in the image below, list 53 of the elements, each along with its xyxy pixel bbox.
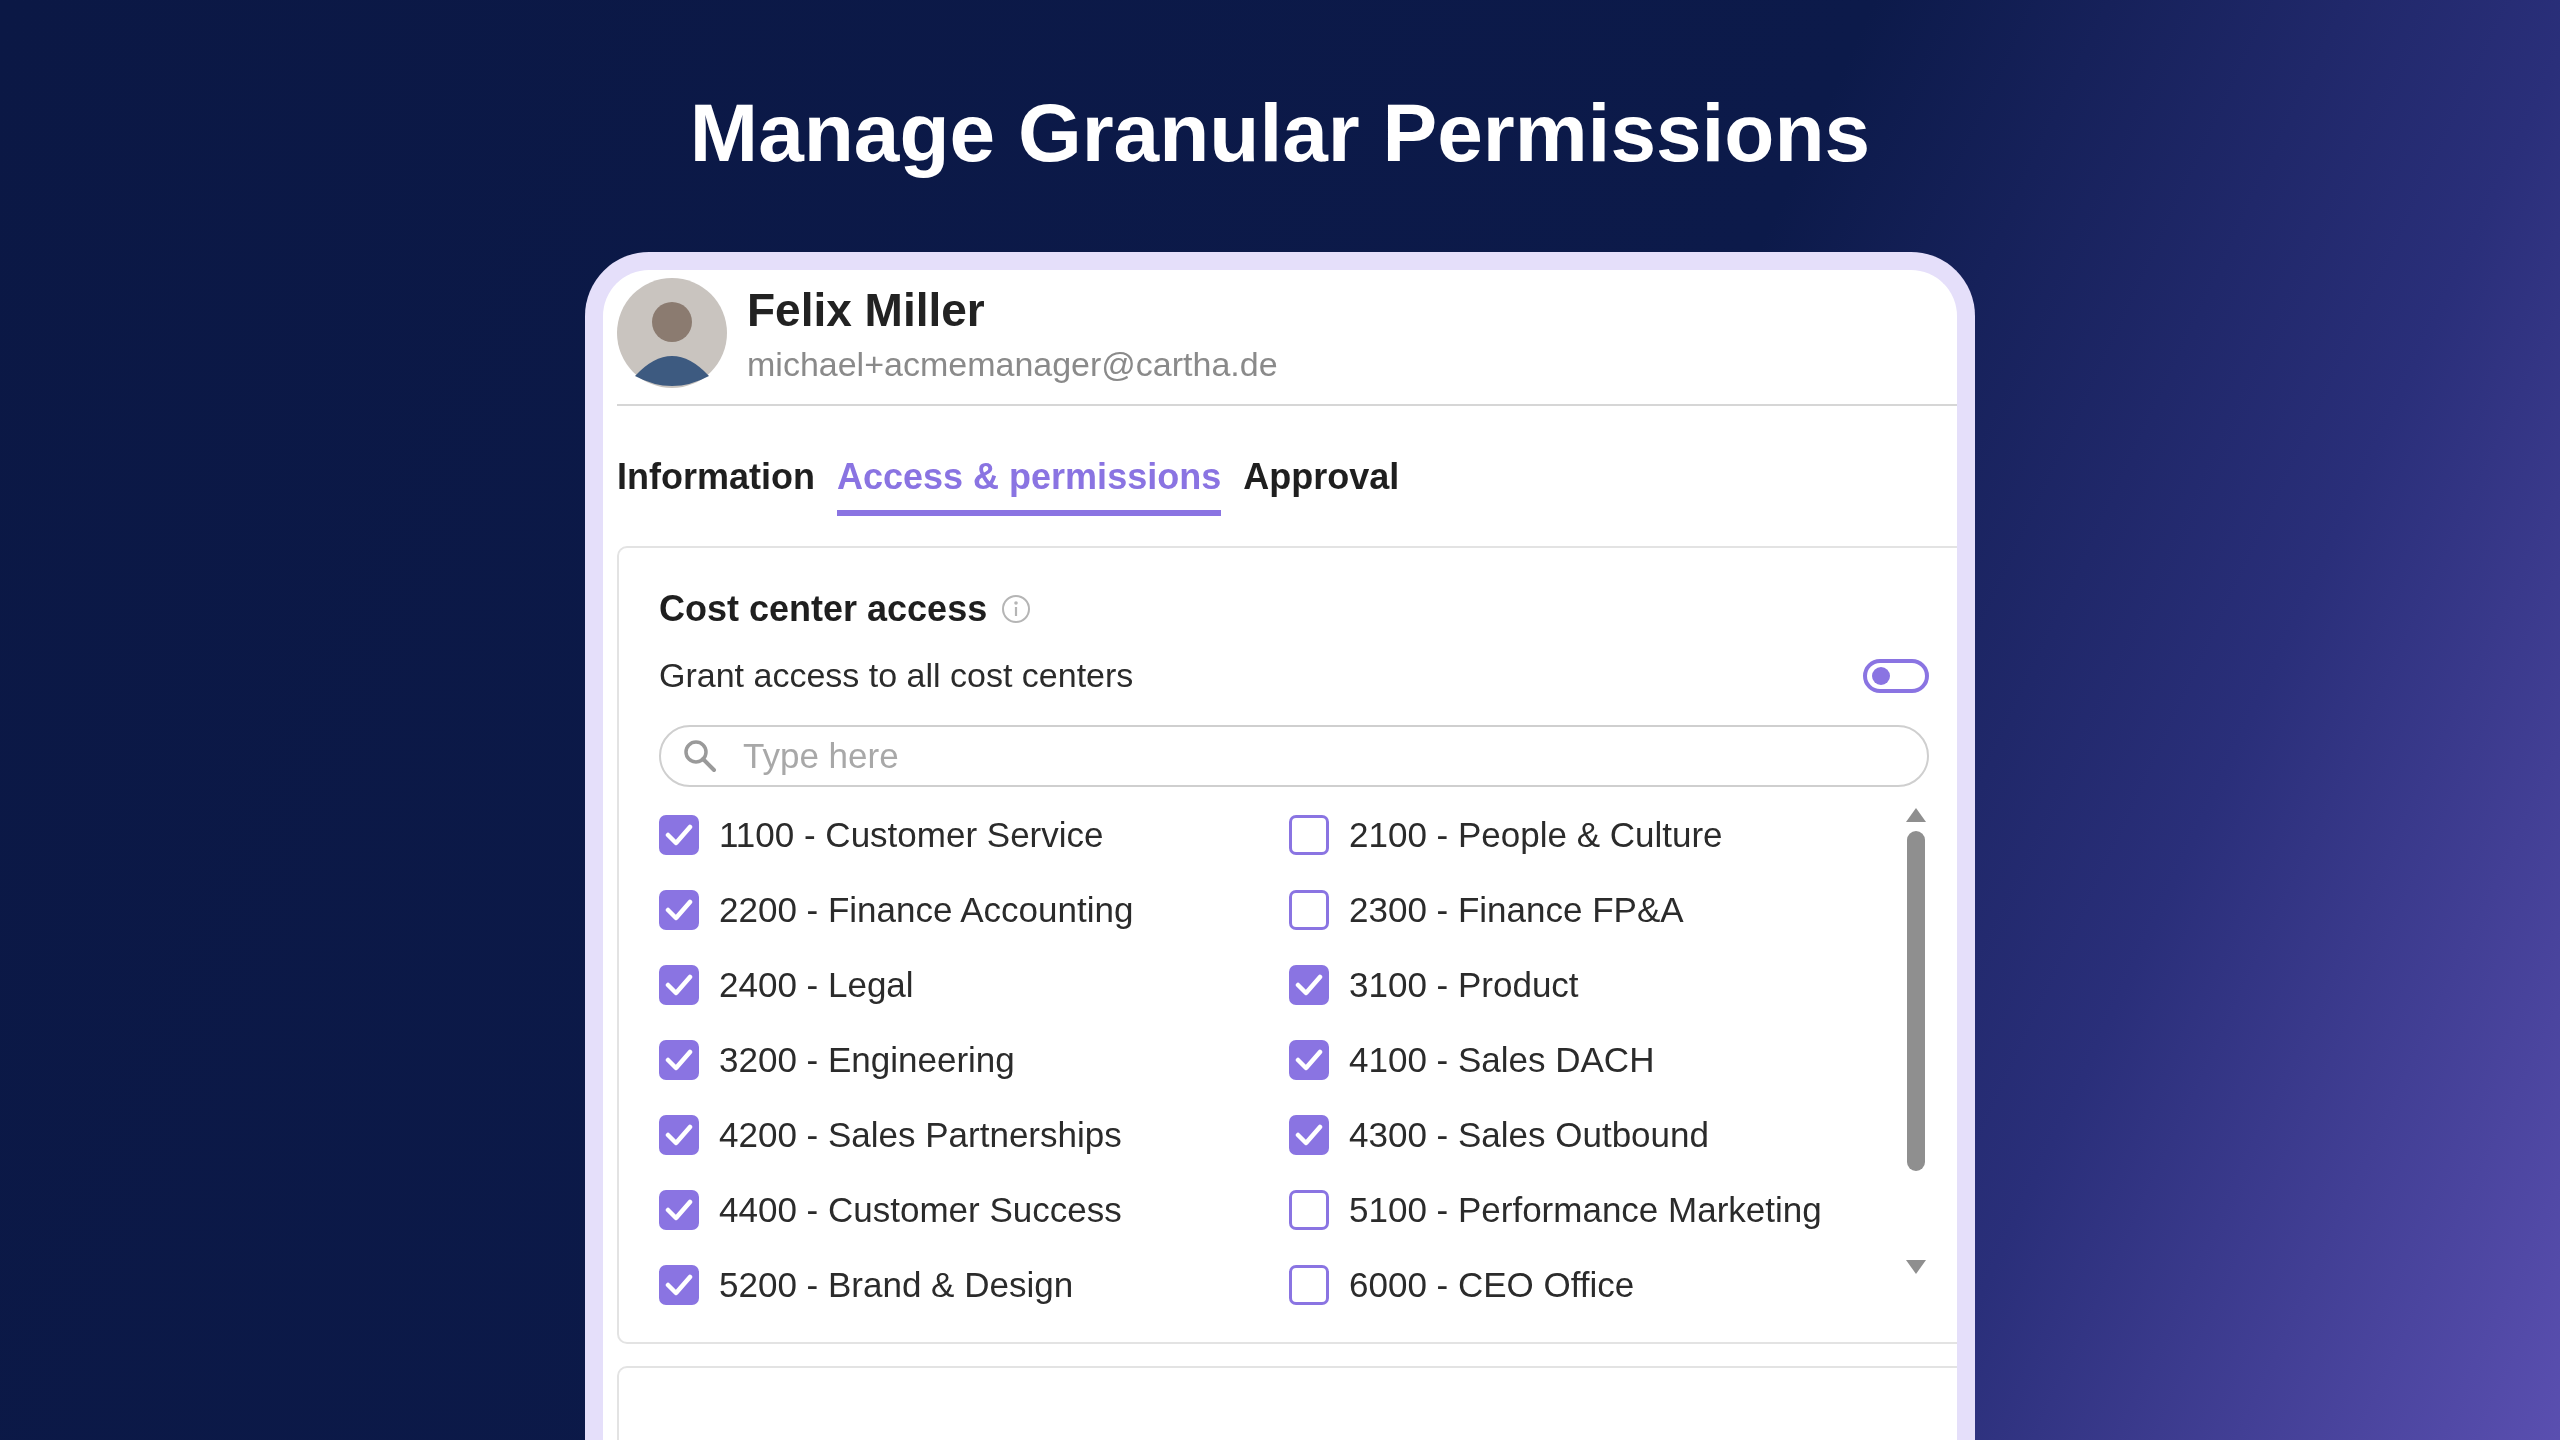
- search-icon: [683, 739, 717, 773]
- cost-center-label: 2300 - Finance FP&A: [1349, 889, 1684, 930]
- cost-center-label: 4200 - Sales Partnerships: [719, 1114, 1122, 1155]
- scrollbar-thumb[interactable]: [1907, 831, 1925, 1171]
- avatar-icon: [617, 278, 727, 388]
- checkbox[interactable]: [1289, 814, 1329, 855]
- scroll-down-icon[interactable]: [1905, 1259, 1927, 1275]
- checkbox[interactable]: [1289, 964, 1329, 1005]
- info-icon[interactable]: [1001, 594, 1032, 624]
- checkbox[interactable]: [659, 964, 699, 1005]
- check-icon: [665, 1197, 693, 1222]
- check-icon: [665, 972, 693, 997]
- cost-center-label: 2200 - Finance Accounting: [719, 889, 1134, 930]
- checkbox[interactable]: [1289, 1264, 1329, 1305]
- toggle-switch[interactable]: [1863, 658, 1929, 693]
- check-icon: [665, 822, 693, 847]
- user-name: Felix Miller: [747, 282, 986, 337]
- checkbox[interactable]: [659, 889, 699, 930]
- check-icon: [1295, 972, 1323, 997]
- checkbox[interactable]: [1289, 1039, 1329, 1080]
- checkbox[interactable]: [1289, 1114, 1329, 1155]
- cost-center-label: 4300 - Sales Outbound: [1349, 1114, 1709, 1155]
- check-icon: [1295, 1047, 1323, 1072]
- checkbox[interactable]: [659, 1264, 699, 1305]
- tab[interactable]: Access & permissions: [837, 456, 1222, 516]
- tab[interactable]: Information: [617, 456, 815, 516]
- checkbox[interactable]: [659, 1189, 699, 1230]
- search-field[interactable]: Type here: [659, 725, 1929, 787]
- check-icon: [1295, 1122, 1323, 1147]
- cost-center-label: 6000 - CEO Office: [1349, 1264, 1635, 1305]
- check-icon: [665, 897, 693, 922]
- checkbox[interactable]: [659, 1114, 699, 1155]
- checkbox[interactable]: [1289, 1189, 1329, 1230]
- cost-center-label: 2100 - People & Culture: [1349, 814, 1723, 855]
- check-icon: [665, 1272, 693, 1297]
- checkbox[interactable]: [659, 814, 699, 855]
- checkbox[interactable]: [659, 1039, 699, 1080]
- checkbox[interactable]: [1289, 889, 1329, 930]
- cost-center-label: 5100 - Performance Marketing: [1349, 1189, 1822, 1230]
- cost-center-label: 3200 - Engineering: [719, 1039, 1015, 1080]
- user-email: michael+acmemanager@cartha.de: [747, 344, 1278, 384]
- cost-center-label: 2400 - Legal: [719, 964, 914, 1005]
- check-icon: [665, 1047, 693, 1072]
- section-title: Cost center access: [659, 588, 988, 630]
- toggle-label: Grant access to all cost centers: [659, 656, 1134, 695]
- scroll-up-icon[interactable]: [1905, 807, 1927, 823]
- tab[interactable]: Approval: [1243, 456, 1400, 516]
- cost-center-label: 3100 - Product: [1349, 964, 1579, 1005]
- check-icon: [665, 1122, 693, 1147]
- cost-center-label: 1100 - Customer Service: [719, 814, 1104, 855]
- cost-center-label: 5200 - Brand & Design: [719, 1264, 1074, 1305]
- cost-center-label: 4100 - Sales DACH: [1349, 1039, 1655, 1080]
- cost-center-label: 4400 - Customer Success: [719, 1189, 1122, 1230]
